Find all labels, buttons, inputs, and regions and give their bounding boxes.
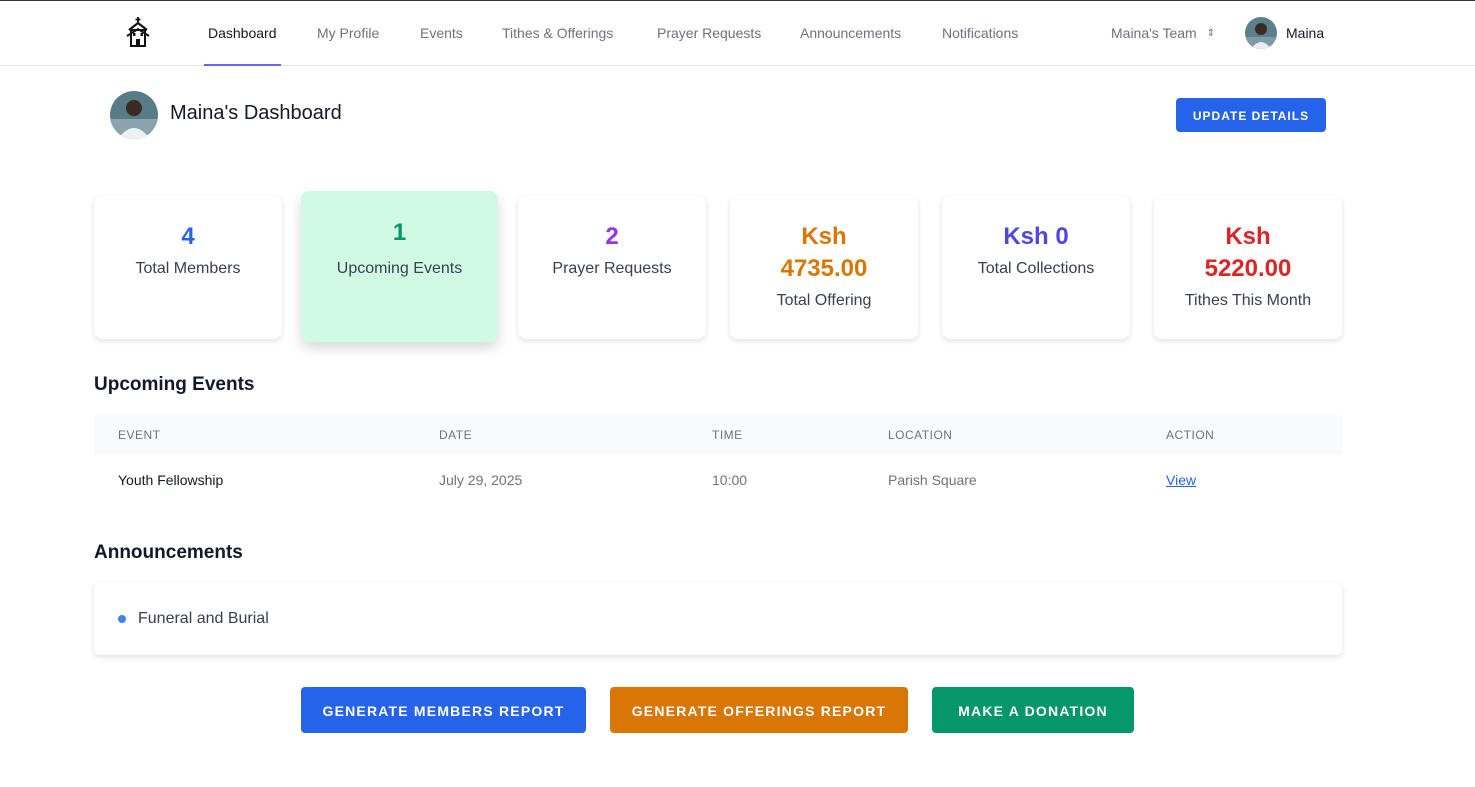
column-header-action: ACTION [1166, 428, 1215, 442]
event-time: 10:00 [712, 472, 748, 488]
upcoming-events-title: Upcoming Events [94, 374, 255, 395]
stat-label: Prayer Requests [552, 260, 672, 277]
stat-currency: Ksh [1225, 223, 1271, 250]
event-date: July 29, 2025 [439, 472, 523, 488]
nav-dashboard[interactable]: Dashboard [204, 1, 281, 66]
stat-label: Total Members [135, 260, 241, 277]
generate-members-report-button[interactable]: GENERATE MEMBERS REPORT [301, 687, 586, 733]
profile-avatar [110, 91, 158, 139]
stat-label: Upcoming Events [336, 260, 463, 277]
stat-card-total-members: 4 Total Members [94, 196, 282, 339]
event-name: Youth Fellowship [118, 472, 224, 488]
stat-currency: Ksh [801, 223, 847, 250]
nav-announcements[interactable]: Announcements [796, 1, 905, 66]
team-switcher[interactable]: Maina's Team ⇕ [1111, 1, 1215, 66]
column-header-time: TIME [712, 428, 743, 442]
stat-card-tithes-this-month: Ksh 5220.00 Tithes This Month [1154, 196, 1342, 339]
nav-events[interactable]: Events [416, 1, 467, 66]
stat-label: Total Offering [776, 292, 872, 309]
stat-label: Tithes This Month [1184, 292, 1312, 309]
user-name[interactable]: Maina [1286, 1, 1324, 66]
stat-value: Ksh 5220.00 [1154, 221, 1342, 285]
team-name: Maina's Team [1111, 25, 1197, 41]
church-icon[interactable] [124, 16, 152, 48]
generate-offerings-report-button[interactable]: GENERATE OFFERINGS REPORT [610, 687, 908, 733]
column-header-location: LOCATION [888, 428, 953, 442]
stat-card-total-collections: Ksh 0 Total Collections [942, 196, 1130, 339]
column-header-event: EVENT [118, 428, 161, 442]
announcements-list: Funeral and Burial [94, 583, 1342, 655]
bullet-icon [118, 615, 126, 623]
stat-card-total-offering: Ksh 4735.00 Total Offering [730, 196, 918, 339]
nav-notifications[interactable]: Notifications [938, 1, 1022, 66]
top-navigation: Dashboard My Profile Events Tithes & Off… [0, 1, 1475, 66]
stat-amount: 4735.00 [780, 255, 868, 282]
stat-label: Total Collections [977, 260, 1095, 277]
stat-amount: 5220.00 [1204, 255, 1292, 282]
events-table-header: EVENT DATE TIME LOCATION ACTION [94, 415, 1342, 455]
stat-card-prayer-requests: 2 Prayer Requests [518, 196, 706, 339]
user-avatar[interactable] [1245, 17, 1277, 49]
stat-value: 2 [605, 223, 619, 250]
make-donation-button[interactable]: MAKE A DONATION [932, 687, 1134, 733]
chevron-up-down-icon: ⇕ [1206, 28, 1216, 40]
stat-value: 4 [181, 223, 195, 250]
announcement-item[interactable]: Funeral and Burial [138, 610, 269, 628]
stat-card-upcoming-events[interactable]: 1 Upcoming Events [301, 191, 498, 342]
event-location: Parish Square [888, 472, 977, 488]
update-details-button[interactable]: UPDATE DETAILS [1176, 98, 1326, 132]
stat-value: 1 [392, 219, 407, 246]
nav-my-profile[interactable]: My Profile [313, 1, 383, 66]
page-title: Maina's Dashboard [170, 102, 342, 124]
nav-tithes-offerings[interactable]: Tithes & Offerings [498, 1, 617, 66]
stat-value: Ksh 0 [1003, 223, 1069, 250]
stat-value: Ksh 4735.00 [730, 221, 918, 285]
nav-prayer-requests[interactable]: Prayer Requests [653, 1, 765, 66]
view-event-link[interactable]: View [1166, 472, 1196, 488]
column-header-date: DATE [439, 428, 473, 442]
announcements-title: Announcements [94, 542, 243, 563]
